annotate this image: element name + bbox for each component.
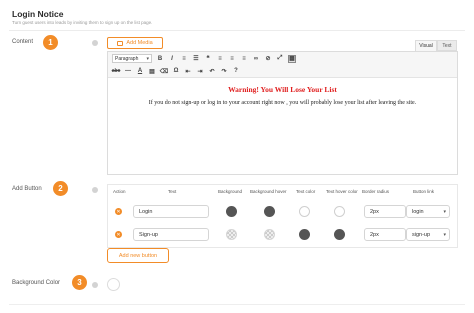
column-header: Text color	[296, 189, 316, 194]
text-color-swatch[interactable]	[299, 206, 310, 217]
panel-subtitle: Turn guest users into leads by inviting …	[12, 20, 153, 25]
step-badge-1: 1	[43, 35, 58, 50]
indent-icon[interactable]: ⇥	[196, 67, 204, 75]
help-circle-icon[interactable]: ?	[232, 67, 240, 75]
help-icon[interactable]	[92, 282, 98, 288]
divider	[9, 30, 465, 31]
blockquote-icon[interactable]: ❝	[204, 55, 212, 63]
button-link-value: login	[412, 208, 424, 215]
rich-text-editor[interactable]: Paragraph ▾ B I ≡ ☰ ❝ ≡ ≡ ≡ ∞ ⊘ ⤢ ▦ abc …	[107, 51, 458, 175]
media-icon	[117, 40, 124, 46]
column-header: Text	[168, 189, 177, 194]
button-link-value: sign-up	[412, 231, 431, 238]
button-link-select[interactable]: sign-up ▾	[406, 228, 450, 241]
italic-icon[interactable]: I	[168, 55, 176, 63]
add-media-label: Add Media	[126, 40, 153, 46]
background-color-swatch[interactable]	[107, 278, 120, 291]
chevron-down-icon: ▾	[146, 55, 149, 62]
numbered-list-icon[interactable]: ☰	[192, 55, 200, 63]
bold-icon[interactable]: B	[156, 55, 164, 63]
column-header: Text hover color	[326, 189, 358, 194]
column-header: Border radius	[362, 189, 390, 194]
tab-text[interactable]: Text	[437, 40, 457, 51]
help-icon[interactable]	[92, 187, 98, 193]
login-notice-panel: Login Notice Turn guest users into leads…	[0, 0, 474, 313]
paragraph-format-select[interactable]: Paragraph ▾	[112, 54, 152, 63]
delete-icon[interactable]: ✕	[115, 208, 122, 215]
column-header: Background hover	[250, 189, 287, 194]
text-color-icon[interactable]: A	[136, 67, 144, 75]
outdent-icon[interactable]: ⇤	[184, 67, 192, 75]
chevron-down-icon: ▾	[443, 208, 446, 215]
background-color-swatch[interactable]	[226, 229, 237, 240]
tab-visual[interactable]: Visual	[415, 40, 437, 51]
button-text-input[interactable]: Login	[133, 205, 209, 218]
undo-icon[interactable]: ↶	[208, 67, 216, 75]
step-badge-2: 2	[53, 181, 68, 196]
background-color-swatch[interactable]	[226, 206, 237, 217]
table-row: ✕ Sign-up 2px sign-up ▾	[108, 225, 457, 245]
text-hover-color-swatch[interactable]	[334, 229, 345, 240]
table-row: ✕ Login 2px login ▾	[108, 202, 457, 222]
column-header: Background	[218, 189, 243, 194]
content-label: Content	[12, 39, 34, 45]
button-link-select[interactable]: login ▾	[406, 205, 450, 218]
help-icon[interactable]	[92, 40, 98, 46]
background-hover-swatch[interactable]	[264, 229, 275, 240]
border-radius-input[interactable]: 2px	[364, 205, 406, 218]
align-left-icon[interactable]: ≡	[216, 55, 224, 63]
special-character-icon[interactable]: Ω	[172, 67, 180, 75]
divider	[9, 304, 465, 305]
clear-formatting-icon[interactable]: ⌫	[160, 67, 168, 75]
text-hover-color-swatch[interactable]	[334, 206, 345, 217]
panel-title: Login Notice	[12, 9, 64, 19]
text-color-swatch[interactable]	[299, 229, 310, 240]
fullscreen-icon[interactable]: ⤢	[276, 55, 284, 63]
step-badge-3: 3	[72, 275, 87, 290]
warning-body: If you do not sign-up or log in to your …	[148, 100, 417, 106]
paste-text-icon[interactable]: ▤	[148, 67, 156, 75]
paragraph-format-value: Paragraph	[115, 55, 139, 62]
background-color-label: Background Color	[12, 280, 61, 286]
editor-toolbar-row1: Paragraph ▾ B I ≡ ☰ ❝ ≡ ≡ ≡ ∞ ⊘ ⤢ ▦	[108, 52, 457, 65]
editor-toolbar-row2: abc — A ▤ ⌫ Ω ⇤ ⇥ ↶ ↷ ?	[108, 65, 457, 78]
delete-icon[interactable]: ✕	[115, 231, 122, 238]
chevron-down-icon: ▾	[443, 231, 446, 238]
column-header: Button link	[413, 189, 435, 194]
align-center-icon[interactable]: ≡	[228, 55, 236, 63]
add-new-button[interactable]: Add new button	[107, 248, 169, 263]
add-media-button[interactable]: Add Media	[107, 37, 163, 49]
button-text-input[interactable]: Sign-up	[133, 228, 209, 241]
redo-icon[interactable]: ↷	[220, 67, 228, 75]
warning-heading: Warning! You Will Lose Your List	[228, 85, 337, 94]
background-hover-swatch[interactable]	[264, 206, 275, 217]
horizontal-line-icon[interactable]: —	[124, 67, 132, 75]
buttons-table: Action Text Background Background hover …	[107, 184, 458, 248]
toolbar-toggle-icon[interactable]: ▦	[288, 54, 296, 63]
column-header: Action	[113, 189, 126, 194]
editor-content[interactable]: Warning! You Will Lose Your List If you …	[108, 79, 457, 106]
bullet-list-icon[interactable]: ≡	[180, 55, 188, 63]
border-radius-input[interactable]: 2px	[364, 228, 406, 241]
add-button-label: Add Button	[12, 186, 42, 192]
align-right-icon[interactable]: ≡	[240, 55, 248, 63]
strikethrough-icon[interactable]: abc	[112, 67, 121, 75]
unlink-icon[interactable]: ⊘	[264, 55, 272, 63]
link-icon[interactable]: ∞	[252, 55, 260, 63]
